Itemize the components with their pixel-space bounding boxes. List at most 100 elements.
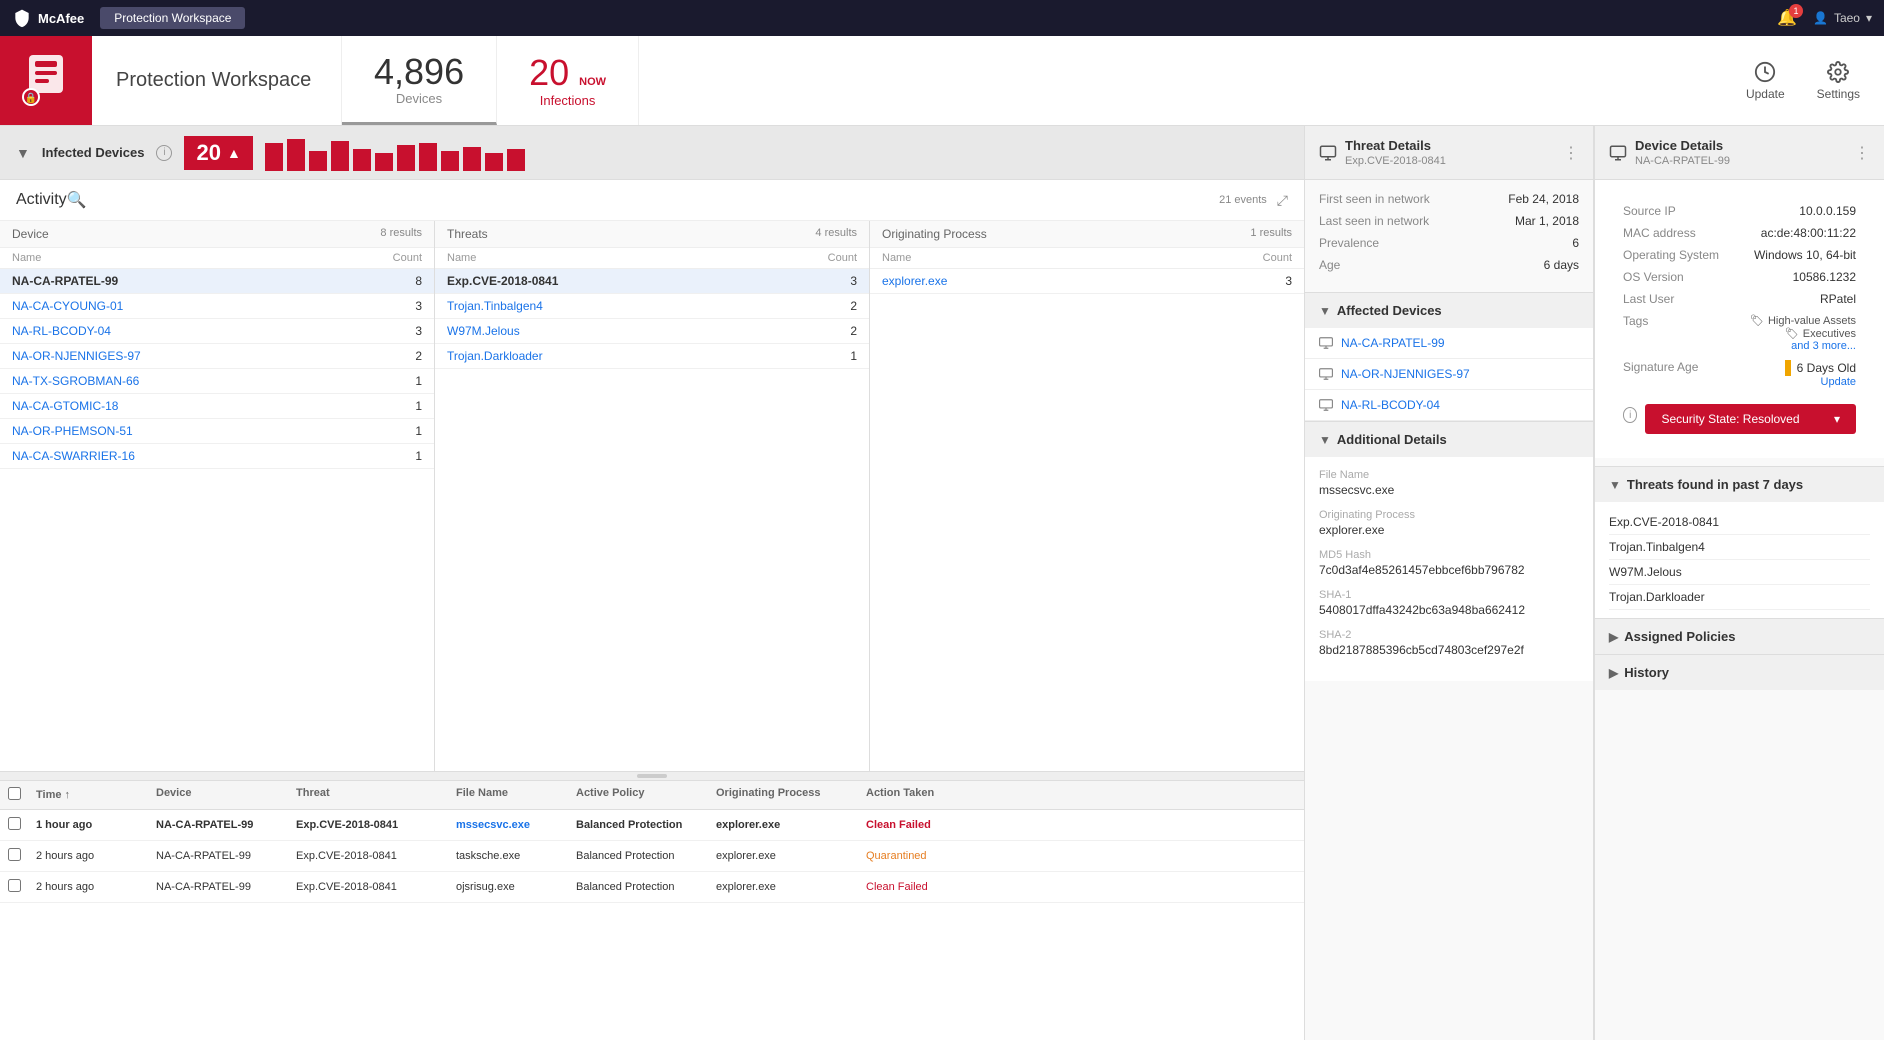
infections-stat[interactable]: 20 NOW Infections <box>497 36 639 125</box>
tag-item: 🏷High-value Assets <box>1750 314 1856 327</box>
nav-tab-protection[interactable]: Protection Workspace <box>100 7 245 29</box>
history-header[interactable]: ▶ History <box>1595 655 1884 690</box>
affected-devices-header[interactable]: ▼ Affected Devices <box>1305 293 1593 328</box>
affected-device-item[interactable]: NA-RL-BCODY-04 <box>1305 390 1593 421</box>
threat-details-body: First seen in networkFeb 24, 2018Last se… <box>1305 180 1593 292</box>
infected-info-icon[interactable]: i <box>156 145 172 161</box>
settings-button[interactable]: Settings <box>1817 61 1860 101</box>
threats-7days-header[interactable]: ▼ Threats found in past 7 days <box>1595 467 1884 502</box>
event-row[interactable]: 2 hours ago NA-CA-RPATEL-99 Exp.CVE-2018… <box>0 872 1304 903</box>
threat-activity-row[interactable]: Exp.CVE-2018-08413 <box>435 269 869 294</box>
device-icon <box>1319 368 1333 380</box>
event-table-section: Time ↑ Device Threat File Name Active Po… <box>0 780 1304 1040</box>
security-state-row: i Security State: Resoloved ▾ <box>1623 396 1856 434</box>
event-rows: 1 hour ago NA-CA-RPATEL-99 Exp.CVE-2018-… <box>0 810 1304 1040</box>
device-panel-header: Device 8 results <box>0 221 434 248</box>
main-content: ▼ Infected Devices i 20 ▲ Activity 🔍 21 … <box>0 126 1884 1040</box>
infected-count-box: 20 ▲ <box>184 136 252 170</box>
threat-panel-header: Threats 4 results <box>435 221 869 248</box>
header-stats: 4,896 Devices 20 NOW Infections <box>342 36 639 125</box>
affected-chevron-icon: ▼ <box>1319 304 1331 318</box>
process-col-headers: Name Count <box>870 248 1304 269</box>
threat-7day-item[interactable]: Trojan.Darkloader <box>1609 585 1870 610</box>
device-details-panel: Device Details NA-CA-RPATEL-99 ⋮ Source … <box>1594 126 1884 1040</box>
mcafee-logo-icon <box>12 8 32 28</box>
additional-details-section: ▼ Additional Details File Name mssecsvc.… <box>1305 421 1593 681</box>
history-section: ▶ History <box>1595 654 1884 690</box>
threat-7day-item[interactable]: W97M.Jelous <box>1609 560 1870 585</box>
process-row[interactable]: explorer.exe3 <box>870 269 1304 294</box>
security-info-icon[interactable]: i <box>1623 407 1637 423</box>
event-checkbox[interactable] <box>8 879 21 892</box>
up-arrow-icon: ▲ <box>227 145 241 161</box>
threat-7day-item[interactable]: Trojan.Tinbalgen4 <box>1609 535 1870 560</box>
event-row[interactable]: 2 hours ago NA-CA-RPATEL-99 Exp.CVE-2018… <box>0 841 1304 872</box>
threat-more-icon[interactable]: ⋮ <box>1563 143 1579 163</box>
event-checkbox[interactable] <box>8 817 21 830</box>
device-row[interactable]: NA-CA-RPATEL-998 <box>0 269 434 294</box>
threat-activity-row[interactable]: W97M.Jelous2 <box>435 319 869 344</box>
chevron-down-icon: ▾ <box>1866 11 1872 25</box>
device-row[interactable]: NA-OR-NJENNIGES-972 <box>0 344 434 369</box>
notification-bell[interactable]: 🔔 1 <box>1777 8 1797 28</box>
threat-col-header[interactable]: Threat <box>296 787 456 803</box>
activity-search-icon[interactable]: 🔍 <box>67 190 87 210</box>
device-details-subtitle: NA-CA-RPATEL-99 <box>1635 155 1730 167</box>
header-logo-area: 🔒 <box>0 36 92 125</box>
threat-details-title: Threat Details <box>1345 138 1446 153</box>
threat-detail-field: Last seen in networkMar 1, 2018 <box>1319 214 1579 228</box>
device-row[interactable]: NA-CA-GTOMIC-181 <box>0 394 434 419</box>
event-row[interactable]: 1 hour ago NA-CA-RPATEL-99 Exp.CVE-2018-… <box>0 810 1304 841</box>
threat-details-panel: Threat Details Exp.CVE-2018-0841 ⋮ First… <box>1304 126 1594 1040</box>
sort-icon: ↑ <box>64 789 70 801</box>
event-checkbox[interactable] <box>8 848 21 861</box>
threat-details-subtitle: Exp.CVE-2018-0841 <box>1345 155 1446 167</box>
nav-logo: McAfee <box>12 8 84 28</box>
security-state-button[interactable]: Security State: Resoloved ▾ <box>1645 404 1856 434</box>
process-panel-header: Originating Process 1 results <box>870 221 1304 248</box>
signature-age-row: Signature Age 6 Days Old Update <box>1623 360 1856 388</box>
device-col-header[interactable]: Device <box>156 787 296 803</box>
threats-7days-list: Exp.CVE-2018-0841Trojan.Tinbalgen4W97M.J… <box>1595 502 1884 618</box>
threat-7day-item[interactable]: Exp.CVE-2018-0841 <box>1609 510 1870 535</box>
device-row[interactable]: NA-CA-CYOUNG-013 <box>0 294 434 319</box>
affected-device-list: NA-CA-RPATEL-99 NA-OR-NJENNIGES-97 NA-RL… <box>1305 328 1593 421</box>
action-col-header[interactable]: Action Taken <box>866 787 976 803</box>
additional-details-header[interactable]: ▼ Additional Details <box>1305 422 1593 457</box>
device-more-icon[interactable]: ⋮ <box>1854 143 1870 163</box>
assigned-policies-section: ▶ Assigned Policies <box>1595 618 1884 654</box>
additional-chevron-icon: ▼ <box>1319 433 1331 447</box>
assigned-policies-header[interactable]: ▶ Assigned Policies <box>1595 619 1884 654</box>
device-row[interactable]: NA-RL-BCODY-043 <box>0 319 434 344</box>
devices-stat[interactable]: 4,896 Devices <box>342 36 497 125</box>
device-row[interactable]: NA-OR-PHEMSON-511 <box>0 419 434 444</box>
affected-device-item[interactable]: NA-CA-RPATEL-99 <box>1305 328 1593 359</box>
device-row[interactable]: NA-CA-SWARRIER-161 <box>0 444 434 469</box>
policy-col-header[interactable]: Active Policy <box>576 787 716 803</box>
device-row[interactable]: NA-TX-SGROBMAN-661 <box>0 369 434 394</box>
left-panel: ▼ Infected Devices i 20 ▲ Activity 🔍 21 … <box>0 126 1304 1040</box>
update-button[interactable]: Update <box>1746 61 1785 101</box>
header-bar: 🔒 Protection Workspace 4,896 Devices 20 … <box>0 36 1884 126</box>
infected-devices-bar: ▼ Infected Devices i 20 ▲ <box>0 126 1304 180</box>
device-detail-field: OS Version10586.1232 <box>1623 270 1856 284</box>
time-col-header[interactable]: Time ↑ <box>36 787 156 803</box>
expand-chevron-icon[interactable]: ▼ <box>16 145 30 161</box>
history-chevron-icon: ▶ <box>1609 666 1618 680</box>
filename-col-header[interactable]: File Name <box>456 787 576 803</box>
process-col-header[interactable]: Originating Process <box>716 787 866 803</box>
activity-panels: Device 8 results Name Count NA-CA-RPATEL… <box>0 221 1304 772</box>
infected-bar-chart <box>265 135 1288 171</box>
device-panel: Device 8 results Name Count NA-CA-RPATEL… <box>0 221 435 771</box>
activity-header: Activity 🔍 21 events ⤢ <box>0 180 1304 221</box>
device-tags-row: Tags 🏷High-value Assets🏷Executives and 3… <box>1623 314 1856 352</box>
threat-activity-row[interactable]: Trojan.Darkloader1 <box>435 344 869 369</box>
affected-device-item[interactable]: NA-OR-NJENNIGES-97 <box>1305 359 1593 390</box>
device-icon <box>1319 337 1333 349</box>
select-all-checkbox[interactable] <box>8 787 21 800</box>
threat-activity-row[interactable]: Trojan.Tinbalgen42 <box>435 294 869 319</box>
user-menu[interactable]: 👤 Taeo ▾ <box>1813 11 1872 25</box>
expand-icon[interactable]: ⤢ <box>1277 192 1288 209</box>
update-signature-link[interactable]: Update <box>1785 376 1856 388</box>
and-more-link[interactable]: and 3 more... <box>1750 340 1856 352</box>
